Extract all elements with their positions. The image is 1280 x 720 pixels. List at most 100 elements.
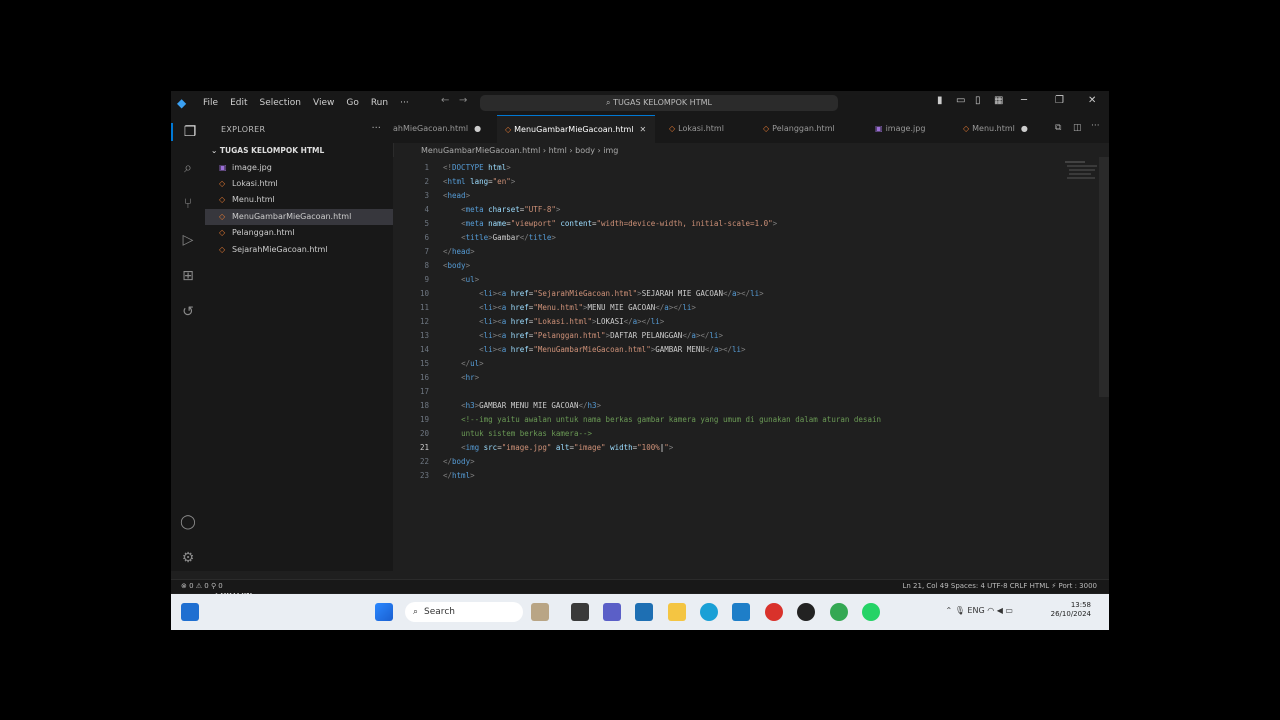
line-number: 8 bbox=[424, 261, 429, 270]
tab-pelanggan[interactable]: ◇ Pelanggan.html bbox=[763, 115, 853, 143]
line-number: 3 bbox=[424, 191, 429, 200]
toggle-secondary-sidebar-icon[interactable]: ▯ bbox=[975, 95, 981, 106]
store-icon[interactable] bbox=[635, 603, 653, 621]
code-line: <!--img yaitu awalan untuk nama berkas g… bbox=[461, 415, 881, 424]
vscode-logo-icon: ◆ bbox=[177, 96, 187, 110]
account-icon[interactable]: ◯ bbox=[179, 513, 197, 531]
timeline-icon[interactable]: ↺ bbox=[179, 303, 197, 321]
source-control-icon[interactable]: ⑂ bbox=[179, 195, 197, 213]
more-actions-icon[interactable]: ··· bbox=[371, 123, 381, 134]
file-item[interactable]: ◇ SejarahMieGacoan.html bbox=[205, 242, 393, 258]
code-line: <title>Gambar</title> bbox=[461, 233, 556, 242]
line-number: 12 bbox=[419, 317, 429, 326]
tab-image[interactable]: ▣ image.jpg bbox=[875, 115, 945, 143]
html-file-icon: ◇ bbox=[219, 179, 226, 188]
breadcrumb-img[interactable]: img bbox=[603, 146, 618, 155]
line-number: 10 bbox=[419, 289, 429, 298]
menu-more[interactable]: ··· bbox=[400, 98, 409, 108]
command-center[interactable]: ⌕ TUGAS KELOMPOK HTML bbox=[480, 95, 838, 111]
line-number: 14 bbox=[419, 345, 429, 354]
vscode-taskbar-icon[interactable] bbox=[732, 603, 750, 621]
explorer-icon[interactable]: ❐ bbox=[171, 123, 199, 141]
search-icon: ⌕ bbox=[413, 607, 419, 617]
html-file-icon: ◇ bbox=[219, 212, 226, 221]
extensions-icon[interactable]: ⊞ bbox=[179, 267, 197, 285]
vertical-scrollbar[interactable] bbox=[1099, 157, 1109, 397]
toggle-panel-icon[interactable]: ▭ bbox=[956, 95, 965, 106]
run-debug-icon[interactable]: ▷ bbox=[179, 231, 197, 249]
teams-icon[interactable] bbox=[603, 603, 621, 621]
minimap[interactable] bbox=[1065, 161, 1101, 183]
line-number: 11 bbox=[419, 303, 429, 312]
code-line: <li><a href="Pelanggan.html">DAFTAR PELA… bbox=[479, 331, 723, 340]
problems-indicator[interactable]: ⊗ 0 ⚠ 0 ⚲ 0 bbox=[181, 580, 223, 593]
workspace-folder[interactable]: ⌄ TUGAS KELOMPOK HTML bbox=[211, 146, 324, 155]
whatsapp-icon[interactable] bbox=[862, 603, 880, 621]
html-file-icon: ◇ bbox=[763, 124, 770, 133]
toggle-sidebar-icon[interactable]: ▮ bbox=[937, 95, 943, 106]
tab-more-actions-icon[interactable]: ··· bbox=[1091, 121, 1100, 131]
menu-go[interactable]: Go bbox=[346, 98, 358, 108]
code-editor[interactable]: 1 2 3 4 5 6 7 8 9 10 11 12 13 14 15 16 17 18 19 20 21 22 23 <!… bbox=[393, 157, 1109, 571]
minimize-icon[interactable]: ─ bbox=[1021, 95, 1027, 106]
file-item-selected[interactable]: ◇ MenuGambarMieGacoan.html bbox=[205, 209, 393, 225]
file-item[interactable]: ◇ Menu.html bbox=[205, 192, 393, 208]
taskbar-search[interactable]: ⌕ Search bbox=[405, 602, 523, 622]
file-explorer-icon[interactable] bbox=[668, 603, 686, 621]
code-line: <meta charset="UTF-8"> bbox=[461, 205, 561, 214]
line-number: 19 bbox=[419, 415, 429, 424]
line-number: 5 bbox=[424, 219, 429, 228]
settings-gear-icon[interactable]: ⚙ bbox=[179, 549, 197, 567]
tab-lokasi[interactable]: ◇ Lokasi.html bbox=[669, 115, 749, 143]
close-icon[interactable]: ✕ bbox=[1088, 95, 1096, 106]
file-item[interactable]: ▣ image.jpg bbox=[205, 160, 393, 176]
restore-icon[interactable]: ❐ bbox=[1055, 95, 1064, 106]
menu-file[interactable]: File bbox=[203, 98, 218, 108]
unsaved-dot-icon: ● bbox=[474, 124, 482, 133]
chrome-icon[interactable] bbox=[830, 603, 848, 621]
edge-icon[interactable] bbox=[700, 603, 718, 621]
status-right[interactable]: Ln 21, Col 49 Spaces: 4 UTF-8 CRLF HTML … bbox=[902, 580, 1097, 593]
line-number: 22 bbox=[419, 457, 429, 466]
tab-sejarah[interactable]: ahMieGacoan.html ● bbox=[393, 115, 493, 143]
code-line: <li><a href="Lokasi.html">LOKASI</a></li… bbox=[479, 317, 665, 326]
app-icon[interactable] bbox=[765, 603, 783, 621]
split-editor-icon[interactable]: ◫ bbox=[1073, 123, 1082, 133]
line-number: 6 bbox=[424, 233, 429, 242]
tab-menu[interactable]: ◇ Menu.html ● bbox=[963, 115, 1043, 143]
menu-run[interactable]: Run bbox=[371, 98, 388, 108]
close-tab-icon[interactable]: ✕ bbox=[639, 125, 646, 134]
line-number: 15 bbox=[419, 359, 429, 368]
search-icon[interactable]: ⌕ bbox=[179, 159, 197, 177]
system-tray[interactable]: ⌃ 🎙 ENG ◠ ◀ ▭ bbox=[945, 606, 1013, 615]
media-player-icon[interactable] bbox=[797, 603, 815, 621]
forward-arrow-icon[interactable]: → bbox=[459, 95, 467, 106]
breadcrumb-file[interactable]: MenuGambarMieGacoan.html bbox=[421, 146, 540, 155]
status-bar: ⊗ 0 ⚠ 0 ⚲ 0 Ln 21, Col 49 Spaces: 4 UTF-… bbox=[171, 579, 1109, 593]
code-line: <head> bbox=[443, 191, 471, 200]
line-number: 18 bbox=[419, 401, 429, 410]
html-file-icon: ◇ bbox=[505, 125, 512, 134]
widgets-icon[interactable] bbox=[181, 603, 199, 621]
start-menu-icon[interactable] bbox=[375, 603, 393, 621]
breadcrumb-html[interactable]: html bbox=[549, 146, 567, 155]
back-arrow-icon[interactable]: ← bbox=[441, 95, 449, 106]
line-number: 20 bbox=[419, 429, 429, 438]
breadcrumb-body[interactable]: body bbox=[575, 146, 595, 155]
code-line: </ul> bbox=[461, 359, 484, 368]
file-item[interactable]: ◇ Pelanggan.html bbox=[205, 225, 393, 241]
code-line: <!DOCTYPE html> bbox=[443, 163, 511, 172]
line-number: 21 bbox=[419, 443, 429, 452]
task-view-icon[interactable] bbox=[571, 603, 589, 621]
open-preview-icon[interactable]: ⧉ bbox=[1055, 123, 1061, 133]
tab-menugambar[interactable]: ◇ MenuGambarMieGacoan.html ✕ bbox=[497, 115, 655, 144]
clock[interactable]: 13:58 26/10/2024 bbox=[1051, 601, 1091, 619]
file-item[interactable]: ◇ Lokasi.html bbox=[205, 176, 393, 192]
menu-view[interactable]: View bbox=[313, 98, 334, 108]
customize-layout-icon[interactable]: ▦ bbox=[994, 95, 1003, 106]
menu-edit[interactable]: Edit bbox=[230, 98, 247, 108]
code-line: <hr> bbox=[461, 373, 480, 382]
explorer-sidebar: EXPLORER ··· ⌄ TUGAS KELOMPOK HTML ▣ imag… bbox=[205, 115, 394, 597]
menu-selection[interactable]: Selection bbox=[260, 98, 301, 108]
search-highlight-icon[interactable] bbox=[531, 603, 549, 621]
